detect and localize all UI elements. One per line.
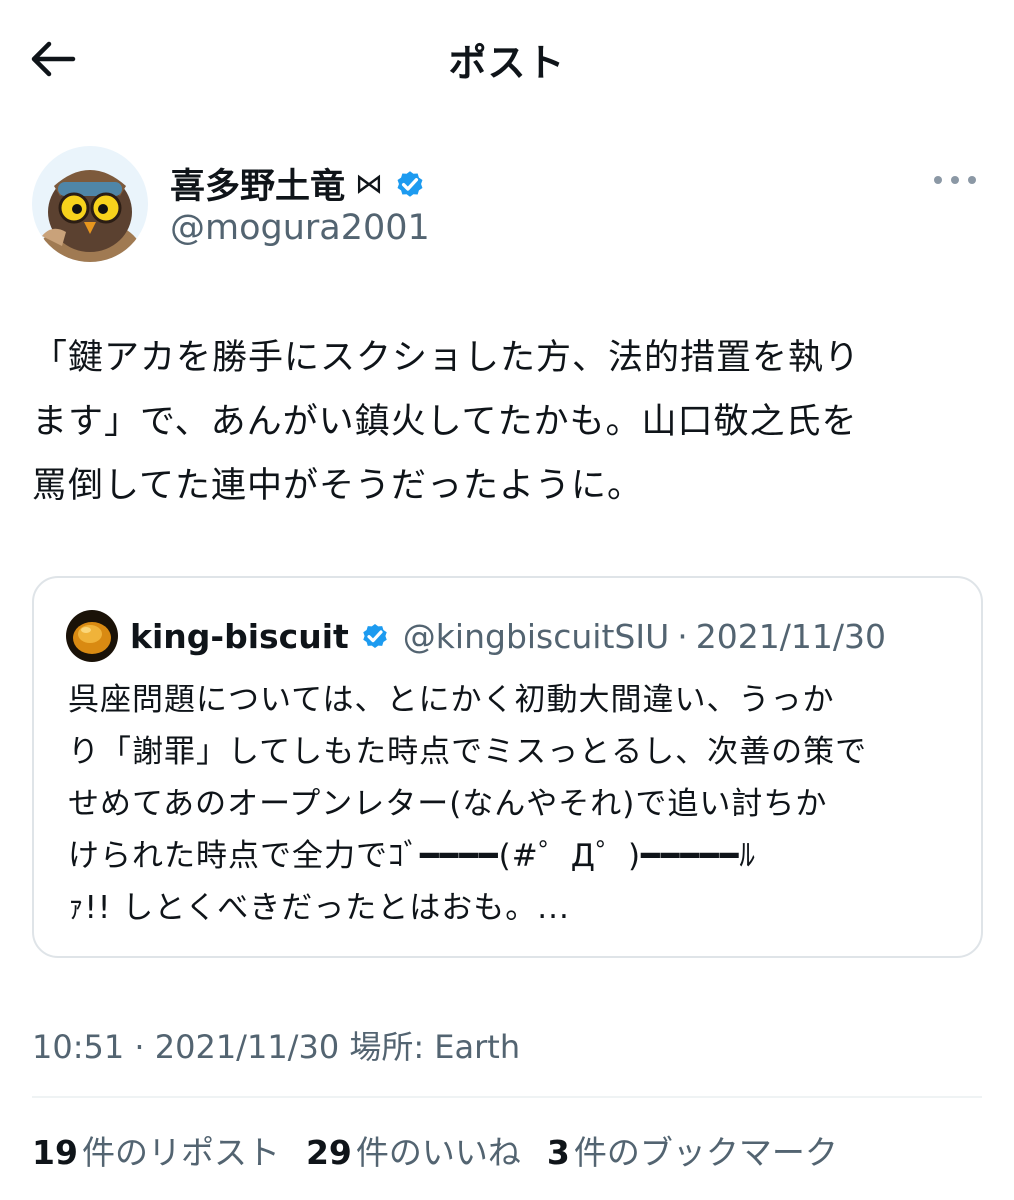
quoted-post-date: 2021/11/30 <box>695 616 886 656</box>
more-dot-icon <box>968 176 976 184</box>
post-text-line: 罵倒してた連中がそうだったように。 <box>32 466 643 506</box>
quoted-post-text: 呉座問題については、とにかく初動大間違い、うっか り「謝罪」してしもた時点でミス… <box>68 674 958 934</box>
quoted-text-line: けられた時点で全力でｺﾞ━━━━(#゜Д゜)━━━━━ﾙ <box>68 838 756 874</box>
divider <box>32 1096 982 1098</box>
avatar[interactable] <box>32 146 148 262</box>
quoted-text-line: り「謝罪」してしもた時点でミスっとるし、次善の策で <box>68 734 868 770</box>
likes-label: 件のいいね <box>355 1133 521 1172</box>
post-timestamp-location: 10:51 · 2021/11/30 場所: Earth <box>32 1028 521 1066</box>
post-text-line: ます」で、あんがい鎮火してたかも。山口敬之氏を <box>32 402 858 442</box>
bookmarks-label: 件のブックマーク <box>573 1133 838 1172</box>
quoted-author-handle: @kingbiscuitSIU <box>402 616 670 656</box>
reposts-stat[interactable]: 19 件のリポスト <box>32 1126 280 1174</box>
post-text-line: 「鍵アカを勝手にスクショした方、法的措置を執り <box>32 338 861 378</box>
verified-badge-icon <box>363 624 387 648</box>
page-title: ポスト <box>448 41 566 85</box>
author-handle[interactable]: @mogura2001 <box>170 208 430 248</box>
separator-dot: · <box>677 616 688 656</box>
biscuit-avatar-icon <box>66 610 118 662</box>
quoted-post-card[interactable]: king-biscuit @kingbiscuitSIU · 2021/11/3… <box>32 576 983 958</box>
more-dot-icon <box>951 176 959 184</box>
post-text: 「鍵アカを勝手にスクショした方、法的措置を執り ます」で、あんがい鎮火してたかも… <box>32 326 987 518</box>
quoted-author-name: king-biscuit <box>130 616 349 656</box>
owl-avatar-icon <box>32 146 148 262</box>
bowtie-glyph: ⋈ <box>355 167 384 200</box>
quoted-text-line: 呉座問題については、とにかく初動大間違い、うっか <box>68 682 835 718</box>
bookmarks-stat[interactable]: 3 件のブックマーク <box>547 1126 838 1174</box>
quoted-text-line: せめてあのオープンレター(なんやそれ)で追い討ちか <box>68 786 828 822</box>
quoted-avatar <box>66 610 118 662</box>
top-bar: ポスト <box>0 0 1014 118</box>
bookmarks-count: 3 <box>546 1133 570 1172</box>
verified-badge-icon <box>397 170 423 197</box>
author-name[interactable]: 喜多野土竜 <box>170 158 345 209</box>
more-dot-icon <box>934 176 942 184</box>
quoted-text-line: ｧ!! しとくべきだったとはおも。... <box>68 890 570 926</box>
quoted-post-header: king-biscuit @kingbiscuitSIU · 2021/11/3… <box>66 610 886 662</box>
post-author: 喜多野土竜 ⋈ @mogura2001 <box>32 146 988 266</box>
author-name-row: 喜多野土竜 ⋈ <box>170 158 427 209</box>
likes-stat[interactable]: 29 件のいいね <box>306 1126 521 1174</box>
reposts-count: 19 <box>32 1133 78 1172</box>
reposts-label: 件のリポスト <box>81 1133 280 1172</box>
engagement-stats: 19 件のリポスト 29 件のいいね 3 件のブックマーク <box>32 1126 864 1174</box>
likes-count: 29 <box>305 1133 352 1172</box>
more-options-button[interactable] <box>934 168 976 192</box>
